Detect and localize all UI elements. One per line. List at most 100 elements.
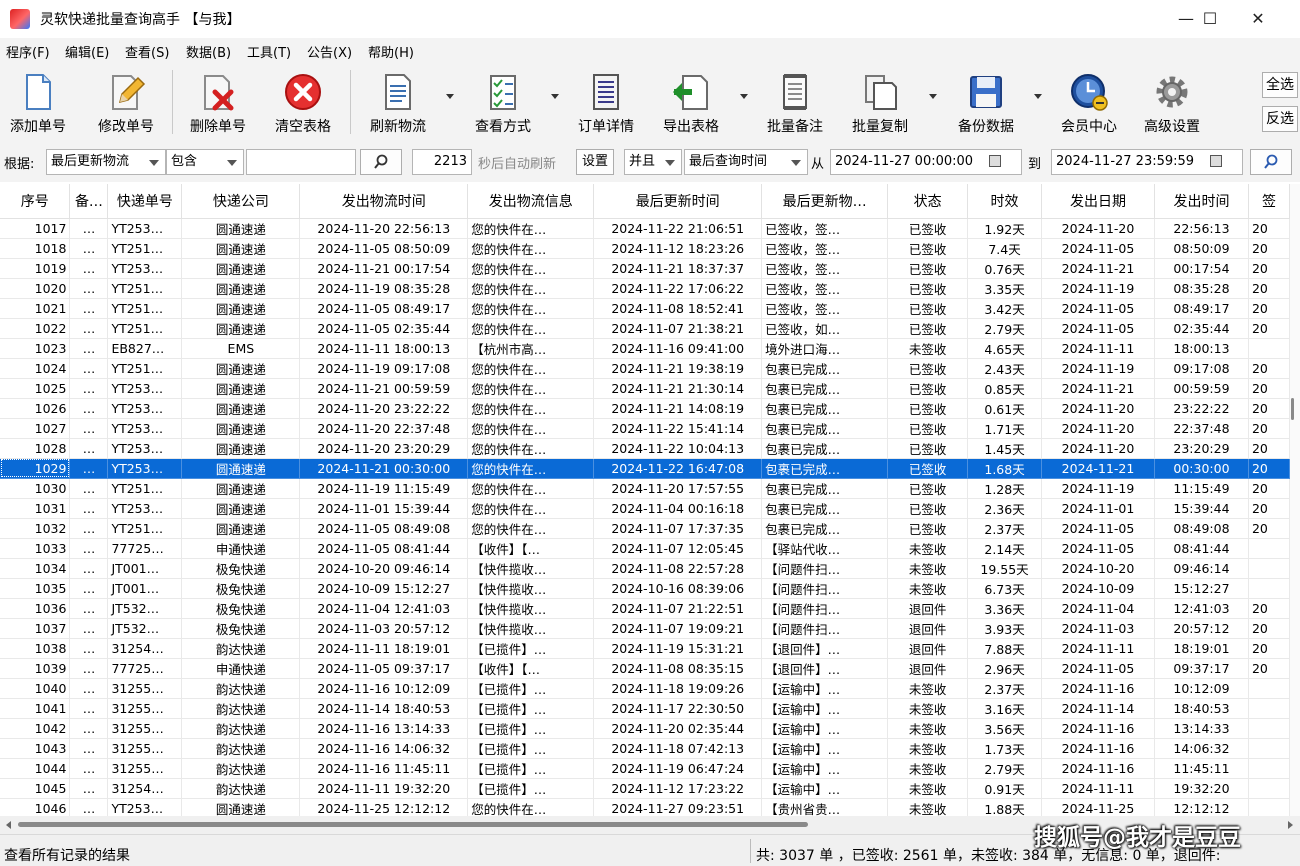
cell-ship-date-col[interactable]: 2024-11-11 <box>1041 338 1155 359</box>
query-button[interactable] <box>1250 149 1292 175</box>
cell-last-update-info-col[interactable]: 【贵州省贵… <box>761 798 889 816</box>
cell-courier-col[interactable]: 圆通速递 <box>181 418 301 439</box>
cell-last-update-info-col[interactable]: 包裹已完成… <box>761 438 889 459</box>
cell-note-col[interactable]: … <box>69 678 109 699</box>
cell-ship-info-col[interactable]: 您的快件在… <box>467 518 595 539</box>
cell-status-col[interactable]: 未签收 <box>887 578 969 599</box>
table-row[interactable]: 1033… 77725… 申通快递 2024-11-05 08:41:44 【收件】【…… <box>0 538 1290 559</box>
cell-ship-date-col[interactable]: 2024-11-03 <box>1041 618 1155 639</box>
cell-ship-date-col[interactable]: 2024-11-20 <box>1041 418 1155 439</box>
cell-last-update-info-col[interactable]: 【运输中】… <box>761 758 889 779</box>
advanced-settings-button[interactable]: 高级设置 <box>1136 70 1208 136</box>
cell-note-col[interactable]: … <box>69 618 109 639</box>
cell-ship-date-col[interactable]: 2024-11-21 <box>1041 258 1155 279</box>
cell-ship-date-col[interactable]: 2024-11-16 <box>1041 718 1155 739</box>
cell-duration-col[interactable]: 3.93天 <box>967 618 1043 639</box>
cell-sign-col[interactable]: 20 <box>1248 598 1290 619</box>
cell-status-col[interactable]: 未签收 <box>887 798 969 816</box>
cell-status-col[interactable]: 未签收 <box>887 338 969 359</box>
cell-ship-clock-col[interactable]: 15:39:44 <box>1154 498 1249 519</box>
cell-duration-col[interactable]: 0.91天 <box>967 778 1043 799</box>
batch-copy-button[interactable]: 批量复制 <box>844 70 916 136</box>
cell-ship-info-col[interactable]: 您的快件在… <box>467 278 595 299</box>
cell-ship-date-col[interactable]: 2024-11-05 <box>1041 238 1155 259</box>
cell-ship-clock-col[interactable]: 00:17:54 <box>1154 258 1249 279</box>
cell-ship-clock-col[interactable]: 22:37:48 <box>1154 418 1249 439</box>
cell-sign-col[interactable] <box>1248 798 1290 816</box>
cell-ship-time-col[interactable]: 2024-11-11 18:19:01 <box>299 638 469 659</box>
cell-note-col[interactable]: … <box>69 258 109 279</box>
cell-note-col[interactable]: … <box>69 218 109 239</box>
table-row[interactable]: 1019… YT253… 圆通速递 2024-11-21 00:17:54 您的快件在…… <box>0 258 1290 279</box>
cell-sign-col[interactable]: 20 <box>1248 638 1290 659</box>
cell-index-col[interactable]: 1033 <box>0 538 71 559</box>
menu-tools[interactable]: 工具(T) <box>247 42 291 61</box>
cell-duration-col[interactable]: 2.96天 <box>967 658 1043 679</box>
cell-courier-col[interactable]: 圆通速递 <box>181 318 301 339</box>
cell-last-update-info-col[interactable]: 已签收，签… <box>761 278 889 299</box>
cell-duration-col[interactable]: 4.65天 <box>967 338 1043 359</box>
cell-courier-col[interactable]: 韵达快递 <box>181 678 301 699</box>
cell-last-update-time-col[interactable]: 2024-11-07 12:05:45 <box>593 538 763 559</box>
menu-notice[interactable]: 公告(X) <box>307 42 352 61</box>
cell-ship-date-col[interactable]: 2024-11-05 <box>1041 518 1155 539</box>
cell-courier-col[interactable]: 圆通速递 <box>181 478 301 499</box>
cell-index-col[interactable]: 1043 <box>0 738 71 759</box>
cell-last-update-info-col[interactable]: 包裹已完成… <box>761 418 889 439</box>
cell-duration-col[interactable]: 1.45天 <box>967 438 1043 459</box>
cell-index-col[interactable]: 1019 <box>0 258 71 279</box>
cell-last-update-time-col[interactable]: 2024-11-27 09:23:51 <box>593 798 763 816</box>
cell-sign-col[interactable]: 20 <box>1248 498 1290 519</box>
table-row[interactable]: 1017… YT253… 圆通速递 2024-11-20 22:56:13 您的快件在…… <box>0 218 1290 239</box>
table-row[interactable]: 1037… JT532… 极兔快递 2024-11-03 20:57:12 【快件揽收…… <box>0 618 1290 639</box>
cell-ship-date-col[interactable]: 2024-11-20 <box>1041 218 1155 239</box>
cell-last-update-info-col[interactable]: 包裹已完成… <box>761 478 889 499</box>
cell-last-update-time-col[interactable]: 2024-11-19 15:31:21 <box>593 638 763 659</box>
cell-ship-date-col[interactable]: 2024-11-05 <box>1041 298 1155 319</box>
refresh-dropdown-arrow-icon[interactable] <box>446 94 454 99</box>
table-row[interactable]: 1023… EB827… EMS 2024-11-11 18:00:13 【杭州市高… 2… <box>0 338 1290 359</box>
vertical-scrollbar[interactable] <box>1290 184 1300 816</box>
cell-status-col[interactable]: 已签收 <box>887 358 969 379</box>
cell-status-col[interactable]: 未签收 <box>887 758 969 779</box>
calendar-icon[interactable] <box>1210 155 1222 167</box>
cell-status-col[interactable]: 未签收 <box>887 538 969 559</box>
cell-duration-col[interactable]: 1.28天 <box>967 478 1043 499</box>
cell-ship-clock-col[interactable]: 18:00:13 <box>1154 338 1249 359</box>
cell-ship-date-col[interactable]: 2024-11-05 <box>1041 318 1155 339</box>
cell-ship-clock-col[interactable]: 08:50:09 <box>1154 238 1249 259</box>
table-row[interactable]: 1041… 31255… 韵达快递 2024-11-14 18:40:53 【已揽件】…… <box>0 698 1290 719</box>
cell-last-update-time-col[interactable]: 2024-11-22 10:04:13 <box>593 438 763 459</box>
cell-last-update-time-col[interactable]: 2024-11-22 16:47:08 <box>593 458 763 479</box>
cell-duration-col[interactable]: 0.76天 <box>967 258 1043 279</box>
cell-last-update-time-col[interactable]: 2024-11-07 21:22:51 <box>593 598 763 619</box>
cell-ship-time-col[interactable]: 2024-11-19 11:15:49 <box>299 478 469 499</box>
cell-ship-info-col[interactable]: 【快件揽收… <box>467 578 595 599</box>
cell-ship-info-col[interactable]: 您的快件在… <box>467 418 595 439</box>
cell-tracking-number-col[interactable]: 77725… <box>107 658 183 679</box>
cell-last-update-info-col[interactable]: 【运输中】… <box>761 738 889 759</box>
header-last-update-info-col[interactable]: 最后更新物… <box>761 184 889 219</box>
member-center-button[interactable]: 会员中心 <box>1053 70 1125 136</box>
cell-duration-col[interactable]: 1.92天 <box>967 218 1043 239</box>
cell-status-col[interactable]: 已签收 <box>887 418 969 439</box>
cell-ship-info-col[interactable]: 您的快件在… <box>467 798 595 816</box>
cell-index-col[interactable]: 1020 <box>0 278 71 299</box>
cell-duration-col[interactable]: 6.73天 <box>967 578 1043 599</box>
cell-ship-info-col[interactable]: 您的快件在… <box>467 298 595 319</box>
cell-ship-time-col[interactable]: 2024-11-05 09:37:17 <box>299 658 469 679</box>
cell-index-col[interactable]: 1027 <box>0 418 71 439</box>
cell-ship-clock-col[interactable]: 00:59:59 <box>1154 378 1249 399</box>
table-row[interactable]: 1020… YT251… 圆通速递 2024-11-19 08:35:28 您的快件在…… <box>0 278 1290 299</box>
cell-last-update-time-col[interactable]: 2024-11-19 06:47:24 <box>593 758 763 779</box>
cell-duration-col[interactable]: 1.71天 <box>967 418 1043 439</box>
cell-ship-info-col[interactable]: 【杭州市高… <box>467 338 595 359</box>
cell-note-col[interactable]: … <box>69 378 109 399</box>
cell-ship-time-col[interactable]: 2024-11-16 11:45:11 <box>299 758 469 779</box>
cell-ship-info-col[interactable]: 【已揽件】… <box>467 738 595 759</box>
cell-note-col[interactable]: … <box>69 498 109 519</box>
cell-index-col[interactable]: 1034 <box>0 558 71 579</box>
cell-note-col[interactable]: … <box>69 478 109 499</box>
cell-note-col[interactable]: … <box>69 718 109 739</box>
cell-index-col[interactable]: 1024 <box>0 358 71 379</box>
